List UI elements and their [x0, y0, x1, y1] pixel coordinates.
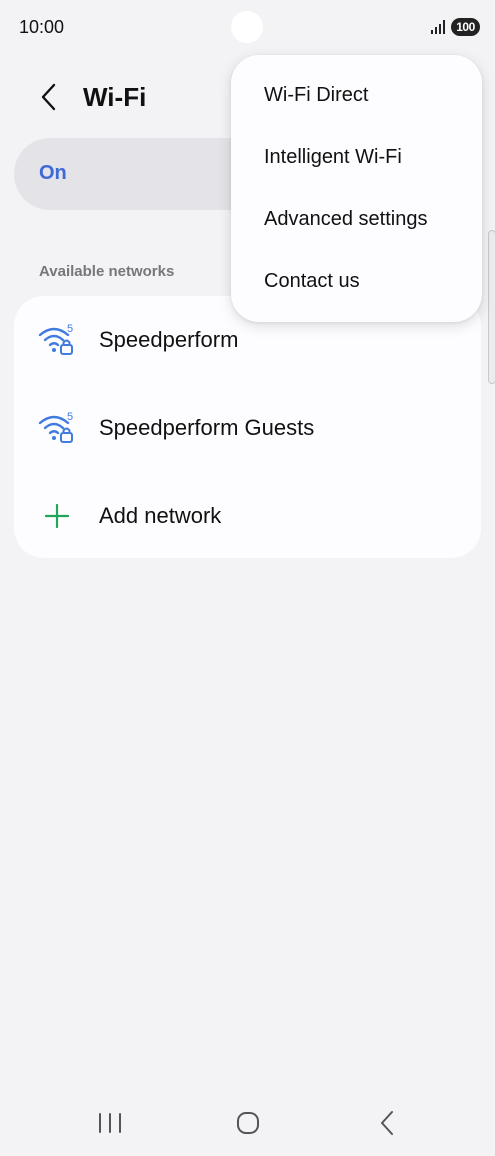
network-name: Speedperform: [99, 327, 239, 352]
back-icon: [381, 1111, 393, 1135]
nav-back-button[interactable]: [362, 1106, 412, 1140]
menu-item-wifi-direct[interactable]: Wi-Fi Direct: [231, 55, 482, 117]
overflow-menu: Wi-Fi Direct Intelligent Wi-Fi Advanced …: [231, 55, 482, 322]
add-network-label: Add network: [99, 503, 222, 528]
wifi-5ghz-locked-icon: 5: [38, 323, 73, 355]
menu-item-label: Contact us: [264, 270, 360, 292]
wifi-settings-screen: 10:00 100 Wi-Fi On Available networks 5 …: [0, 0, 495, 1156]
menu-item-advanced-settings[interactable]: Advanced settings: [231, 179, 482, 241]
menu-item-label: Advanced settings: [264, 208, 428, 230]
networks-list: 5 Speedperform 5 Speedperform Guests Add…: [14, 296, 481, 558]
camera-cutout: [231, 11, 263, 43]
menu-item-contact-us[interactable]: Contact us: [231, 241, 482, 303]
svg-text:5: 5: [67, 323, 73, 335]
available-networks-header: Available networks: [39, 263, 175, 280]
status-time: 10:00: [19, 17, 65, 37]
menu-item-label: Intelligent Wi-Fi: [264, 146, 402, 168]
plus-icon: [44, 503, 70, 529]
battery-icon: 100: [451, 18, 480, 36]
back-button[interactable]: [34, 80, 64, 114]
recents-button[interactable]: [85, 1106, 135, 1140]
signal-icon: [431, 20, 445, 34]
menu-item-label: Wi-Fi Direct: [264, 84, 369, 106]
wifi-5ghz-locked-icon: 5: [38, 411, 73, 443]
recents-icon: [99, 1113, 121, 1133]
scrollbar[interactable]: [488, 230, 495, 384]
network-item-speedperform-guests[interactable]: 5 Speedperform Guests: [14, 384, 481, 470]
status-bar: 10:00 100: [0, 0, 495, 56]
back-arrow-icon: [41, 83, 56, 111]
battery-level: 100: [456, 20, 475, 34]
menu-item-intelligent-wifi[interactable]: Intelligent Wi-Fi: [231, 117, 482, 179]
network-name: Speedperform Guests: [99, 415, 315, 440]
page-title: Wi-Fi: [83, 82, 147, 112]
home-button[interactable]: [223, 1106, 273, 1140]
home-icon: [237, 1112, 259, 1134]
navigation-bar: [0, 1092, 495, 1156]
svg-text:5: 5: [67, 411, 73, 423]
master-toggle-label: On: [39, 162, 67, 184]
add-network-button[interactable]: Add network: [14, 472, 481, 558]
